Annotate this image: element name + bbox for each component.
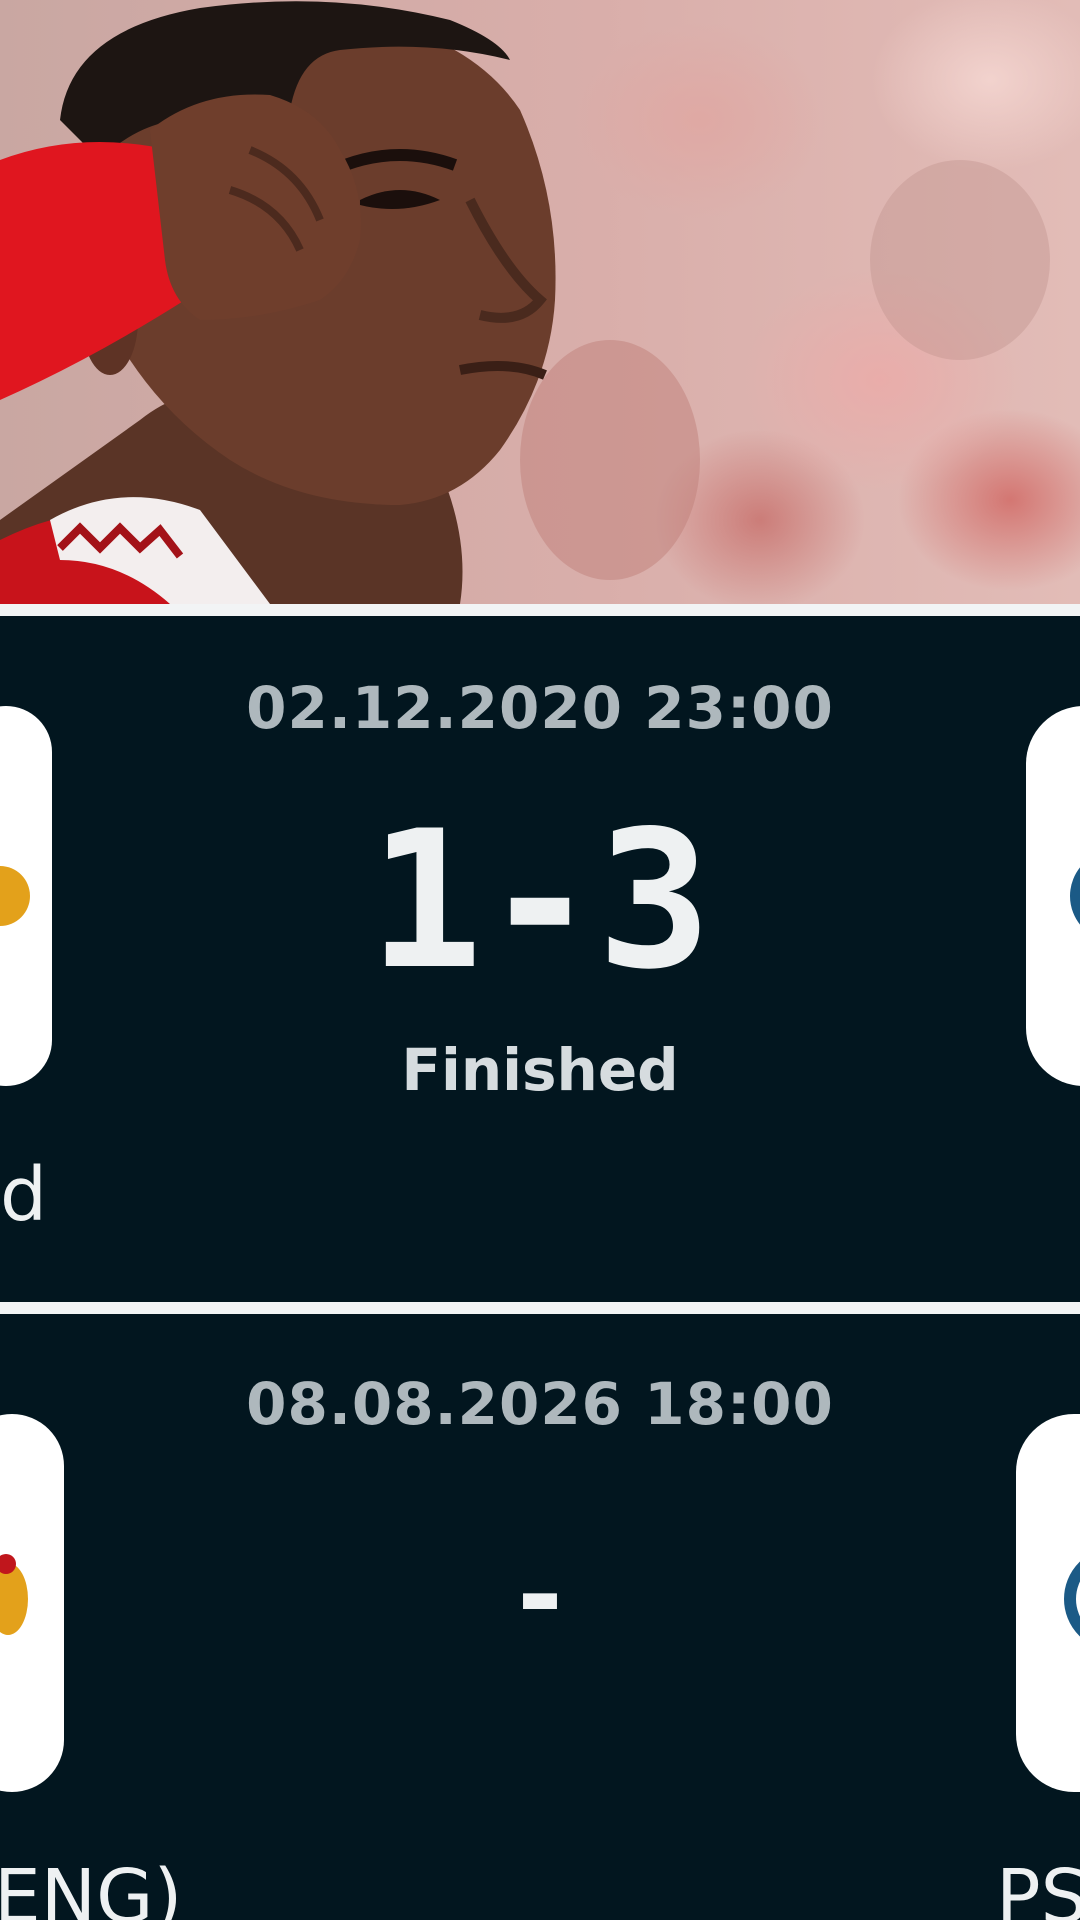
home-team-logo[interactable] [0,1414,64,1792]
away-team-name: PS [996,1854,1080,1920]
match-status: Finished [401,1036,679,1104]
team-crest-icon [0,1554,28,1635]
home-team-name: ENG) [0,1854,183,1920]
section-divider [0,604,1080,616]
home-team-name: d [0,1152,47,1238]
match-card[interactable]: 02.12.2020 23:00 1-3 Finished d [0,616,1080,1302]
hero-photo [0,0,1080,604]
away-team-logo[interactable] [1016,1414,1080,1792]
player-celebration-icon [0,1,1050,604]
match-score: 1-3 [368,790,712,1011]
team-crest-icon [0,866,30,926]
team-crest-icon [1064,1561,1080,1637]
away-team-logo[interactable] [1026,706,1080,1086]
match-card[interactable]: 08.08.2026 18:00 - ENG) PS [0,1314,1080,1920]
home-team-logo[interactable] [0,706,52,1086]
team-crest-icon [1070,867,1080,925]
match-datetime: 02.12.2020 23:00 [246,674,834,742]
section-divider [0,1302,1080,1314]
match-score: - [506,1531,574,1659]
match-datetime: 08.08.2026 18:00 [246,1370,834,1438]
